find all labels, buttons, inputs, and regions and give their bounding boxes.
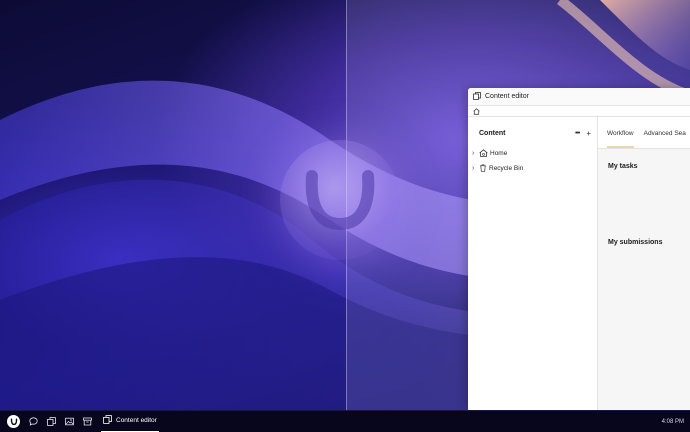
chat-icon[interactable]: [29, 417, 38, 426]
pages-icon: [473, 91, 481, 102]
home-icon: [479, 148, 488, 159]
tab-advanced-search[interactable]: Advanced Sea: [644, 130, 686, 148]
content-tree: Content ••• + › Home › Recycle Bin: [468, 117, 598, 410]
content-editor-window: Content editor Content ••• + › Home › Re…: [468, 88, 690, 410]
tree-item-recycle-bin[interactable]: › Recycle Bin: [468, 161, 597, 176]
my-tasks-heading: My tasks: [608, 163, 638, 170]
umbraco-logo-icon: [280, 140, 400, 260]
umbraco-logo-icon[interactable]: [7, 415, 20, 428]
dashboard-pane: Workflow Advanced Sea My tasks My submis…: [598, 117, 690, 410]
tree-header: Content ••• +: [468, 124, 597, 142]
tree-title: Content: [479, 129, 506, 137]
more-options-button[interactable]: •••: [575, 130, 580, 137]
tab-workflow[interactable]: Workflow: [607, 130, 634, 148]
chevron-right-icon[interactable]: ›: [472, 150, 477, 157]
window-title: Content editor: [485, 93, 529, 100]
tree-item-label: Home: [490, 150, 508, 157]
taskbar: Content editor 4:08 PM: [0, 410, 690, 432]
taskbar-app-label: Content editor: [116, 417, 157, 424]
archive-icon[interactable]: [83, 417, 92, 426]
taskbar-app-content-editor[interactable]: Content editor: [101, 411, 159, 432]
dashboard-tabs: Workflow Advanced Sea: [598, 117, 690, 149]
tree-item-home[interactable]: › Home: [468, 146, 597, 161]
pages-icon: [103, 415, 112, 426]
tree-item-label: Recycle Bin: [489, 165, 524, 172]
chevron-right-icon[interactable]: ›: [472, 165, 477, 172]
trash-icon: [479, 163, 487, 174]
window-toolbar: [468, 106, 690, 117]
window-titlebar[interactable]: Content editor: [468, 88, 690, 106]
my-submissions-heading: My submissions: [608, 239, 663, 246]
add-content-button[interactable]: +: [586, 129, 591, 138]
pages-icon[interactable]: [47, 417, 56, 426]
clock[interactable]: 4:08 PM: [662, 419, 684, 425]
image-icon[interactable]: [65, 417, 74, 426]
